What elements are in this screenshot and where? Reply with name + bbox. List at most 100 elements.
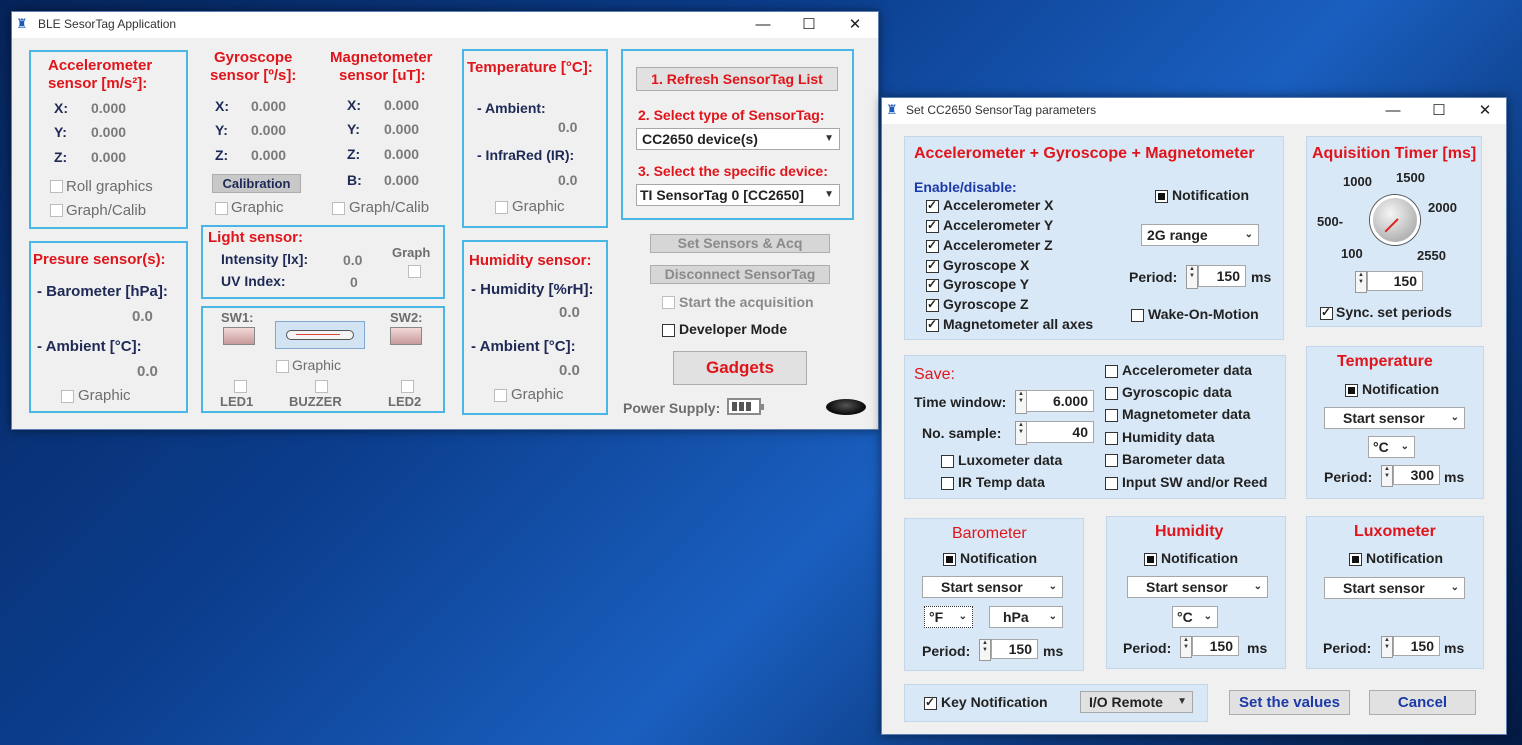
luxometer-period-input[interactable]: 150 — [1393, 636, 1440, 656]
barometer-start-select[interactable]: Start sensor ⌄ — [922, 576, 1063, 598]
barometer-temp-unit-select[interactable]: °F ⌄ — [924, 606, 973, 628]
temperature-notification-checkbox[interactable] — [1345, 384, 1358, 397]
light-graph-label: Graph — [392, 245, 431, 260]
gyro-x-checkbox[interactable] — [926, 258, 939, 273]
magneto-graph-calib-checkbox[interactable] — [332, 202, 345, 215]
refresh-sensortag-button[interactable]: 1. Refresh SensorTag List — [636, 67, 838, 91]
cancel-button[interactable]: Cancel — [1369, 690, 1476, 715]
light-graph-checkbox[interactable] — [408, 265, 421, 278]
buzzer-checkbox[interactable] — [315, 380, 328, 393]
barometer-pressure-unit-select[interactable]: hPa ⌄ — [989, 606, 1063, 628]
humidity-data-checkbox[interactable] — [1105, 432, 1118, 445]
accel-y-checkbox[interactable] — [926, 218, 939, 233]
io-remote-select[interactable]: I/O Remote ▼ — [1080, 691, 1193, 713]
disconnect-button[interactable]: Disconnect SensorTag — [650, 265, 830, 284]
wake-on-motion-checkbox[interactable] — [1131, 309, 1144, 322]
sensortag-device-value: TI SensorTag 0 [CC2650] — [640, 187, 804, 203]
humidity-unit-select[interactable]: °C ⌄ — [1172, 606, 1218, 628]
minimize-icon[interactable]: — — [1370, 98, 1416, 124]
dial-label-100: 100 — [1341, 246, 1363, 261]
temperature-period-spinner[interactable]: ▲ ▼ — [1381, 465, 1393, 487]
roll-graphics-checkbox[interactable] — [50, 180, 63, 193]
set-sensors-button[interactable]: Set Sensors & Acq — [650, 234, 830, 253]
sync-periods-checkbox[interactable] — [1320, 305, 1333, 320]
luxometer-notification-checkbox[interactable] — [1349, 553, 1362, 566]
ir-temp-data-label: IR Temp data — [958, 474, 1045, 490]
humidity-graphic-checkbox[interactable] — [494, 389, 507, 402]
gyro-y-checkbox[interactable] — [926, 277, 939, 292]
key-notification-checkbox[interactable] — [924, 695, 937, 710]
led2-checkbox[interactable] — [401, 380, 414, 393]
luxometer-period-spinner[interactable]: ▲ ▼ — [1381, 636, 1393, 658]
time-window-input[interactable]: 6.000 — [1026, 390, 1094, 412]
input-sw-data-checkbox[interactable] — [1105, 477, 1118, 490]
sensortag-device-select[interactable]: TI SensorTag 0 [CC2650] ▼ — [636, 184, 840, 206]
gyro-data-checkbox[interactable] — [1105, 387, 1118, 400]
accel-x-checkbox[interactable] — [926, 198, 939, 213]
luxometer-start-select[interactable]: Start sensor ⌄ — [1324, 577, 1465, 599]
close-icon[interactable]: ✕ — [832, 12, 878, 38]
magneto-all-checkbox[interactable] — [926, 317, 939, 332]
save-title: Save: — [914, 366, 955, 383]
minimize-icon[interactable]: — — [740, 12, 786, 38]
magneto-y-label: Y: — [347, 121, 360, 137]
gyro-data-label: Gyroscopic data — [1122, 384, 1232, 400]
barometer-data-checkbox[interactable] — [1105, 454, 1118, 467]
temp-graphic-checkbox[interactable] — [495, 201, 508, 214]
timer-spinner[interactable]: ▲ ▼ — [1355, 271, 1367, 293]
humidity-period-spinner[interactable]: ▲ ▼ — [1180, 636, 1192, 658]
start-acquisition-checkbox[interactable] — [662, 296, 675, 309]
barometer-period-input[interactable]: 150 — [991, 639, 1038, 659]
temperature-unit-value: °C — [1373, 439, 1389, 455]
chevron-down-icon: ⌄ — [958, 611, 967, 622]
sensortag-type-select[interactable]: CC2650 device(s) ▼ — [636, 128, 840, 150]
no-sample-input[interactable]: 40 — [1026, 421, 1094, 443]
accel-z-checkbox[interactable] — [926, 238, 939, 253]
temperature-start-select[interactable]: Start sensor ⌄ — [1324, 407, 1465, 429]
io-graphic-checkbox[interactable] — [276, 360, 289, 373]
gadgets-button[interactable]: Gadgets — [673, 351, 807, 385]
enable-disable-label: Enable/disable: — [914, 179, 1017, 195]
luxometer-data-checkbox[interactable] — [941, 455, 954, 468]
set-values-button[interactable]: Set the values — [1229, 690, 1350, 715]
magneto-data-checkbox[interactable] — [1105, 409, 1118, 422]
maximize-icon[interactable]: ☐ — [1416, 98, 1462, 124]
gyro-title-2: sensor [º/s]: — [210, 67, 297, 84]
io-remote-value: I/O Remote — [1089, 694, 1163, 710]
accel-data-checkbox[interactable] — [1105, 365, 1118, 378]
gyro-graphic-checkbox[interactable] — [215, 202, 228, 215]
temperature-group: Temperature [°C]: - Ambient: 0.0 - Infra… — [462, 49, 608, 228]
agm-notification-checkbox[interactable] — [1155, 190, 1168, 203]
magneto-y-value: 0.000 — [384, 121, 420, 137]
barometer-period-spinner[interactable]: ▲ ▼ — [979, 639, 991, 661]
humidity-period-input[interactable]: 150 — [1192, 636, 1239, 656]
pressure-graphic-checkbox[interactable] — [61, 390, 74, 403]
io-group: SW1: SW2: Graphic LED1 BUZZER LED2 — [201, 306, 445, 413]
close-icon[interactable]: ✕ — [1462, 98, 1508, 124]
ir-temp-data-checkbox[interactable] — [941, 477, 954, 490]
sync-periods-label: Sync. set periods — [1336, 304, 1452, 320]
accel-z-enable-label: Accelerometer Z — [943, 237, 1053, 253]
agm-period-input[interactable]: 150 — [1198, 265, 1246, 287]
calibration-button[interactable]: Calibration — [212, 174, 301, 193]
accel-x-value: 0.000 — [91, 100, 127, 116]
range-select[interactable]: 2G range ⌄ — [1141, 224, 1259, 246]
agm-period-spinner[interactable]: ▲ ▼ — [1186, 265, 1198, 289]
accel-graph-calib-checkbox[interactable] — [50, 204, 63, 217]
barometer-notification-checkbox[interactable] — [943, 553, 956, 566]
maximize-icon[interactable]: ☐ — [786, 12, 832, 38]
temperature-period-input[interactable]: 300 — [1393, 465, 1440, 485]
barometer-data-label: Barometer data — [1122, 451, 1225, 467]
developer-mode-checkbox[interactable] — [662, 324, 675, 337]
temperature-unit-select[interactable]: °C ⌄ — [1368, 436, 1415, 458]
led1-checkbox[interactable] — [234, 380, 247, 393]
gyro-z-checkbox[interactable] — [926, 297, 939, 312]
humidity-notification-checkbox[interactable] — [1144, 553, 1157, 566]
humidity-data-label: Humidity data — [1122, 429, 1215, 445]
magneto-x-label: X: — [347, 97, 361, 113]
timer-dial-knob[interactable] — [1370, 195, 1420, 245]
chevron-down-icon: ⌄ — [1244, 229, 1253, 240]
humidity-start-select[interactable]: Start sensor ⌄ — [1127, 576, 1268, 598]
timer-input[interactable]: 150 — [1367, 271, 1423, 291]
roll-graphics-label: Roll graphics — [66, 178, 153, 195]
